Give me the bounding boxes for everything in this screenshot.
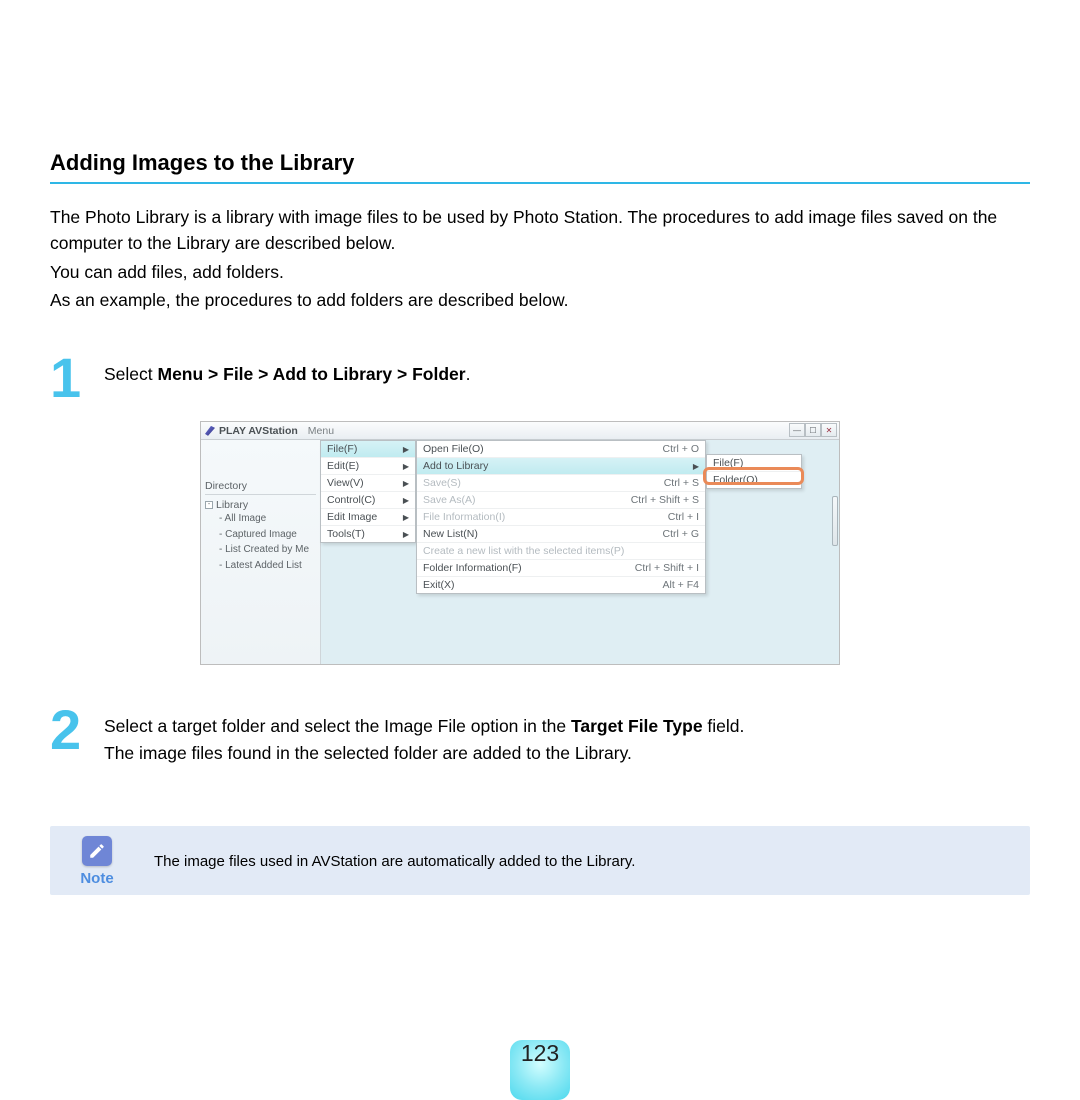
app-title: PLAY AVStation xyxy=(219,425,298,437)
menu-item-edit[interactable]: Edit(E)▶ xyxy=(321,457,415,474)
note-text: The image files used in AVStation are au… xyxy=(154,853,635,870)
heading-underline xyxy=(50,182,1030,184)
menu-item-control[interactable]: Control(C)▶ xyxy=(321,491,415,508)
section-heading: Adding Images to the Library xyxy=(50,150,1030,176)
menu-item-create-list-selected: Create a new list with the selected item… xyxy=(417,542,705,559)
menu-item-tools[interactable]: Tools(T)▶ xyxy=(321,525,415,542)
menu-bar-label[interactable]: Menu xyxy=(308,425,334,437)
menu-item-add-to-library[interactable]: Add to Library▶ xyxy=(417,457,705,474)
menu-item-file[interactable]: File(F)▶ xyxy=(321,441,415,457)
menu-item-view[interactable]: View(V)▶ xyxy=(321,474,415,491)
step-2: 2 Select a target folder and select the … xyxy=(50,705,1030,766)
tree-item[interactable]: - All Image xyxy=(219,511,316,527)
page-number-badge: 123 xyxy=(510,1030,570,1080)
step-2-text: Select a target folder and select the Im… xyxy=(104,705,744,766)
menu-level-3: File(F) Folder(O) xyxy=(706,454,802,489)
chevron-right-icon: ▶ xyxy=(693,462,699,471)
tree-item[interactable]: - List Created by Me xyxy=(219,542,316,558)
chevron-right-icon: ▶ xyxy=(403,445,409,454)
intro-line-2: You can add files, add folders. xyxy=(50,259,1030,285)
intro-line-1: The Photo Library is a library with imag… xyxy=(50,204,1030,257)
tree-item[interactable]: - Captured Image xyxy=(219,527,316,543)
menu-item-save-as: Save As(A)Ctrl + Shift + S xyxy=(417,491,705,508)
page-number: 123 xyxy=(510,1040,570,1067)
chevron-right-icon: ▶ xyxy=(403,496,409,505)
window-titlebar: PLAY AVStation Menu — ☐ ✕ xyxy=(201,422,839,440)
app-logo-icon xyxy=(205,426,215,436)
menu-item-open-file[interactable]: Open File(O)Ctrl + O xyxy=(417,441,705,457)
embedded-screenshot: PLAY AVStation Menu — ☐ ✕ Directory - Li… xyxy=(200,421,840,665)
menu-item-folder-info[interactable]: Folder Information(F)Ctrl + Shift + I xyxy=(417,559,705,576)
close-button[interactable]: ✕ xyxy=(821,423,837,437)
intro-paragraph: The Photo Library is a library with imag… xyxy=(50,204,1030,313)
content-area: File(F)▶ Edit(E)▶ View(V)▶ Control(C)▶ E… xyxy=(321,440,839,664)
menu-item-save: Save(S)Ctrl + S xyxy=(417,474,705,491)
step-1: 1 Select Menu > File > Add to Library > … xyxy=(50,353,1030,403)
sidebar-panel: Directory - Library - All Image - Captur… xyxy=(201,440,321,664)
chevron-right-icon: ▶ xyxy=(403,530,409,539)
chevron-right-icon: ▶ xyxy=(403,462,409,471)
note-label: Note xyxy=(80,870,113,887)
note-box: Note The image files used in AVStation a… xyxy=(50,826,1030,895)
directory-label: Directory xyxy=(205,480,316,495)
menu-item-new-list[interactable]: New List(N)Ctrl + G xyxy=(417,525,705,542)
step-1-text: Select Menu > File > Add to Library > Fo… xyxy=(104,353,470,387)
intro-line-3: As an example, the procedures to add fol… xyxy=(50,287,1030,313)
maximize-button[interactable]: ☐ xyxy=(805,423,821,437)
pencil-note-icon xyxy=(82,836,112,866)
menu-item-add-folder[interactable]: Folder(O) xyxy=(707,471,801,488)
tree-item[interactable]: - Latest Added List xyxy=(219,558,316,574)
menu-item-exit[interactable]: Exit(X)Alt + F4 xyxy=(417,576,705,593)
tree-root-library[interactable]: - Library xyxy=(205,499,316,511)
chevron-right-icon: ▶ xyxy=(403,513,409,522)
menu-item-add-file[interactable]: File(F) xyxy=(707,455,801,471)
step-2-number: 2 xyxy=(50,705,90,755)
step-1-number: 1 xyxy=(50,353,90,403)
menu-level-1: File(F)▶ Edit(E)▶ View(V)▶ Control(C)▶ E… xyxy=(320,440,416,543)
menu-item-editimage[interactable]: Edit Image▶ xyxy=(321,508,415,525)
window-controls: — ☐ ✕ xyxy=(789,423,837,437)
menu-item-file-info: File Information(I)Ctrl + I xyxy=(417,508,705,525)
scrollbar-thumb[interactable] xyxy=(832,496,838,546)
menu-level-2: Open File(O)Ctrl + O Add to Library▶ Sav… xyxy=(416,440,706,594)
minimize-button[interactable]: — xyxy=(789,423,805,437)
chevron-right-icon: ▶ xyxy=(403,479,409,488)
